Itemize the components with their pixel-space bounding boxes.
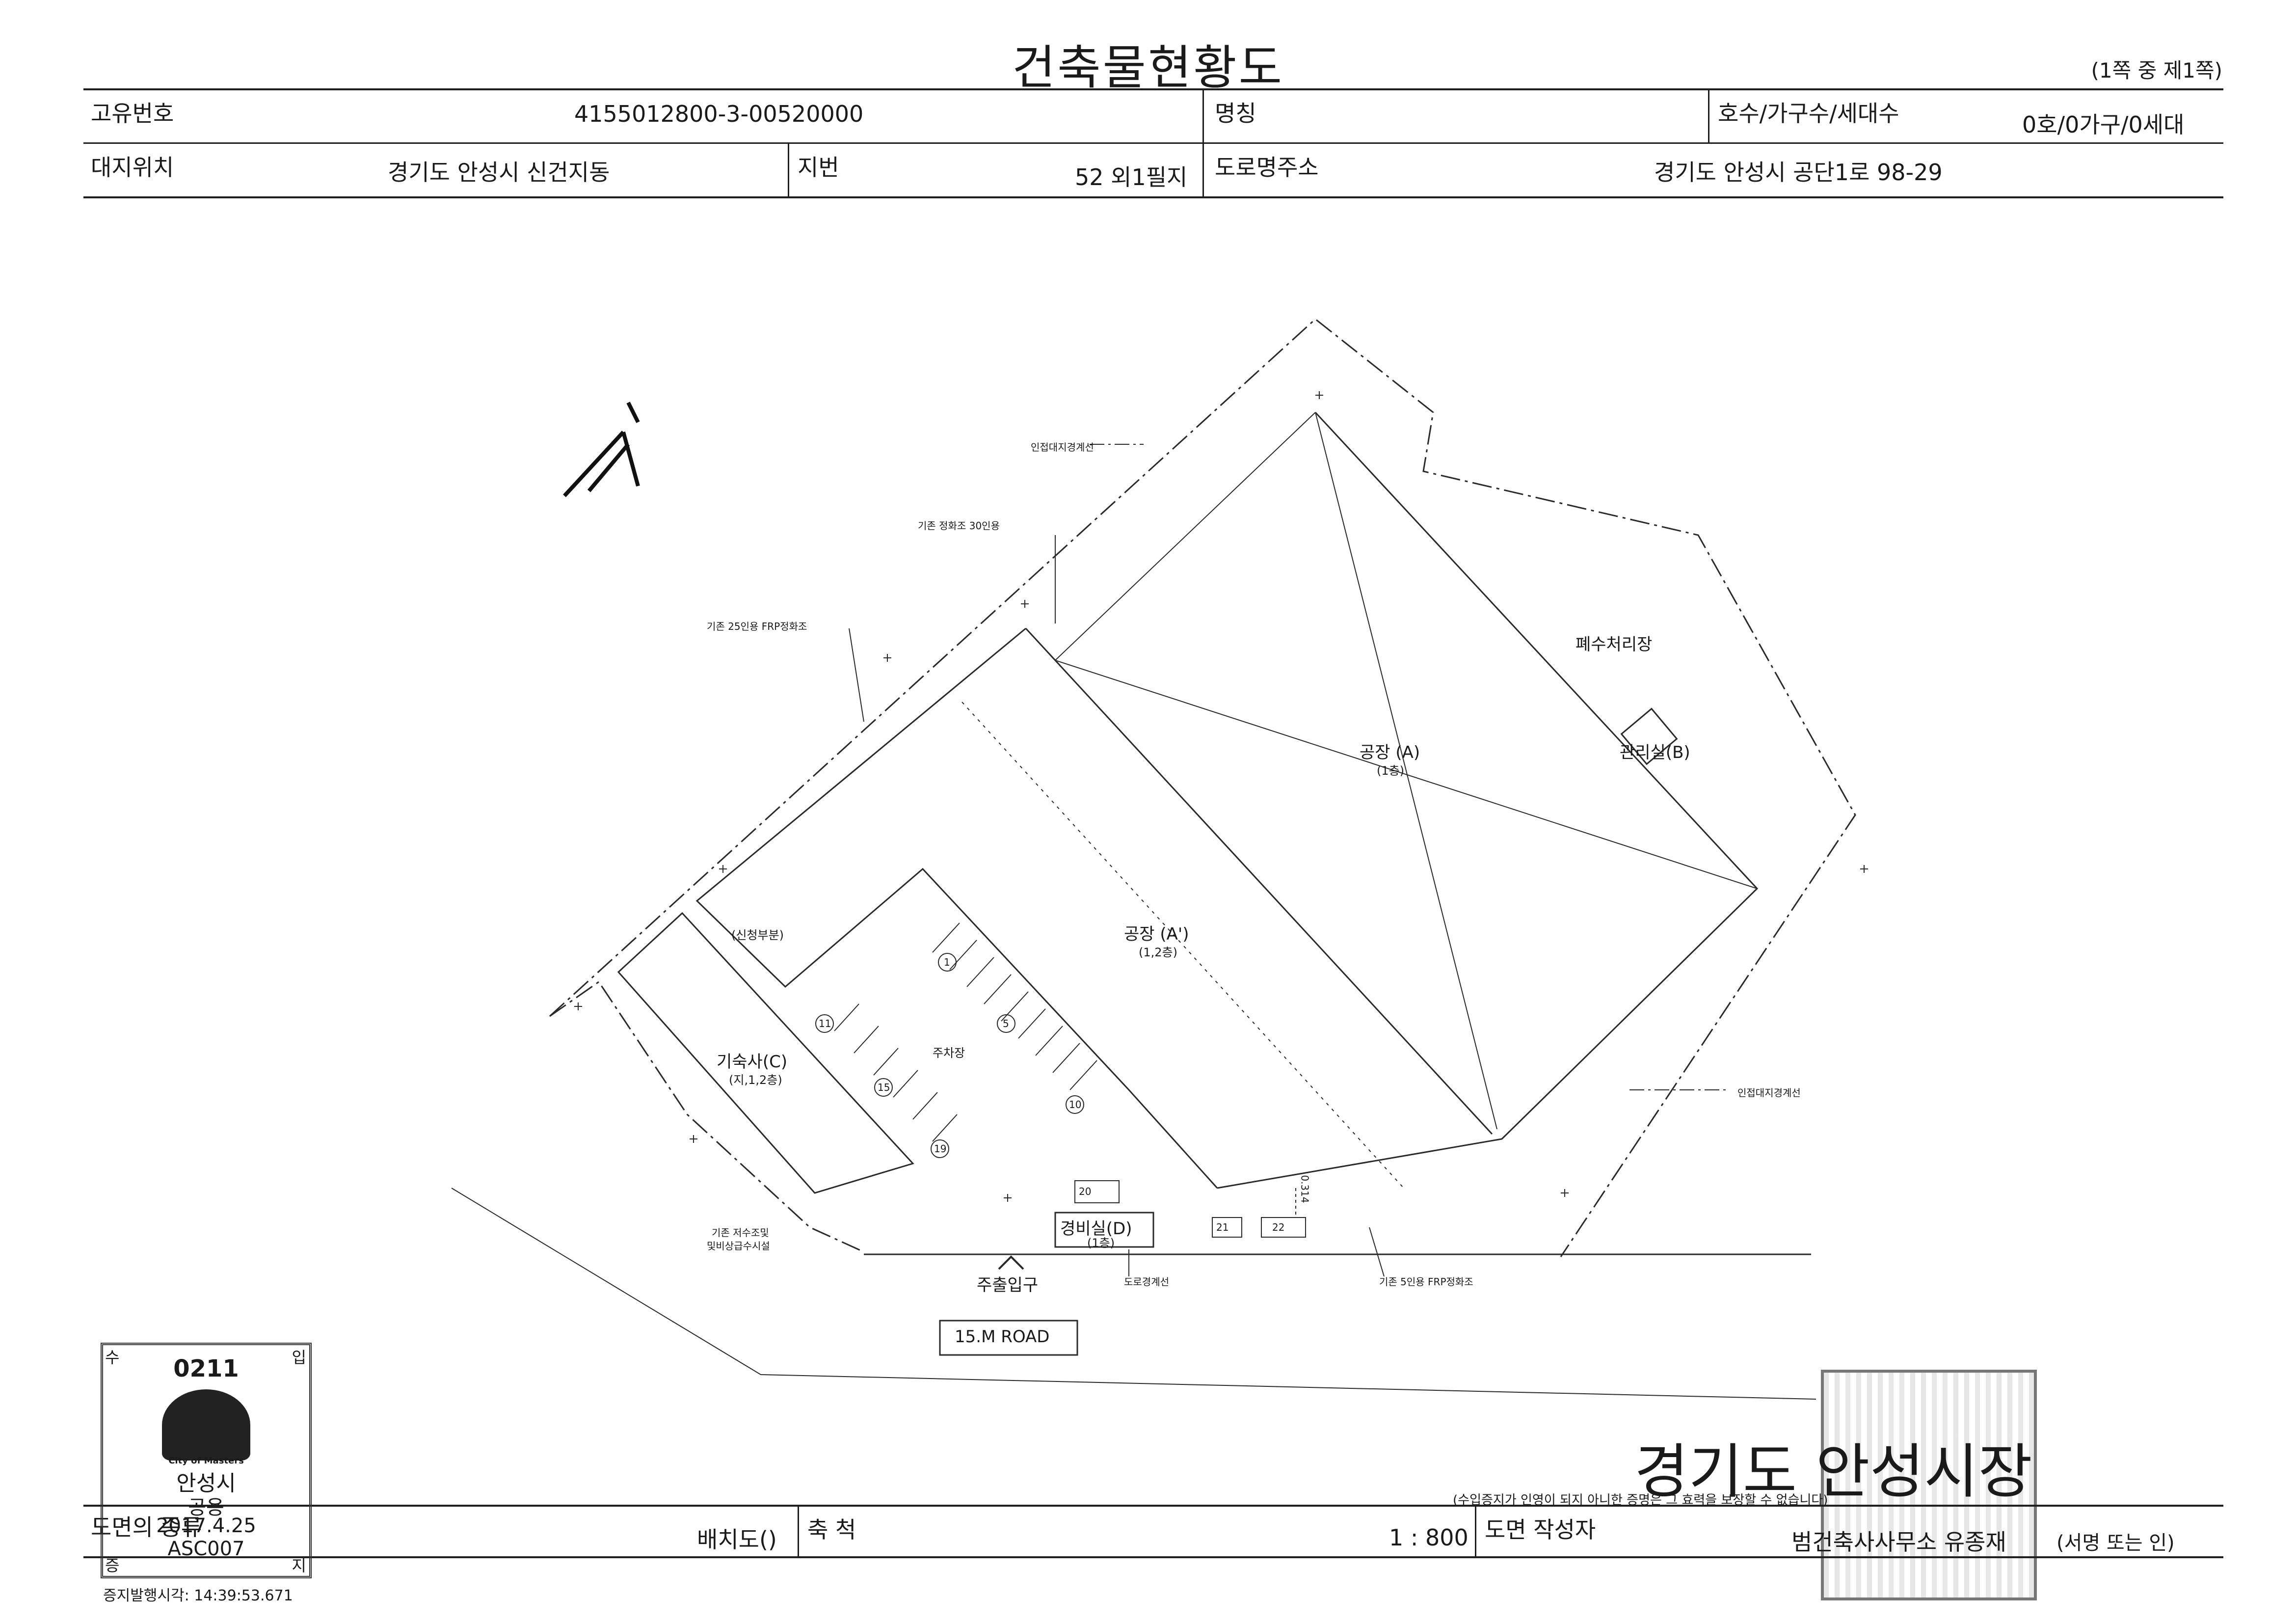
scale-label: 축 척 bbox=[807, 1516, 856, 1543]
city-motto: City of Masters bbox=[168, 1456, 244, 1466]
footer-divider-1 bbox=[798, 1505, 799, 1557]
existing-frp-5-label: 기존 5인용 FRP정화조 bbox=[1379, 1276, 1473, 1288]
application-part-label: (신청부분) bbox=[731, 928, 784, 942]
parking-stripes bbox=[834, 922, 1097, 1142]
parking-label: 주차장 bbox=[933, 1046, 965, 1060]
factory-a-outline bbox=[1217, 411, 1759, 1189]
parking-num-20: 20 bbox=[1079, 1186, 1092, 1197]
parking-num-15: 15 bbox=[878, 1082, 890, 1093]
stamp-date: 2017.4.25 bbox=[156, 1515, 256, 1537]
parking-num-21: 21 bbox=[1216, 1221, 1229, 1233]
parking-num-10: 10 bbox=[1069, 1099, 1082, 1110]
stamp-code: ASC007 bbox=[167, 1538, 245, 1560]
stamp-number: 0211 bbox=[173, 1355, 239, 1382]
existing-frp-25: 기존 25인용 FRP정화조 bbox=[707, 621, 807, 632]
existing-water-tank-label: 기존 저수조및 bbox=[712, 1227, 769, 1239]
dormitory-c-label: 기숙사(C) bbox=[717, 1052, 788, 1072]
factory-a2-hidden bbox=[961, 702, 1404, 1189]
road-edge bbox=[451, 1188, 1816, 1400]
factory-a2-floors: (1,2층) bbox=[1139, 946, 1177, 959]
main-entrance-label: 주출입구 bbox=[977, 1275, 1039, 1295]
factory-a-floors: (1층) bbox=[1377, 764, 1405, 778]
road-boundary-label: 도로경계선 bbox=[1124, 1276, 1169, 1288]
guard-d-floors: (1층) bbox=[1087, 1236, 1115, 1250]
existing-water-tank-label-2: 및비상급수시설 bbox=[707, 1240, 770, 1252]
scale-value: 1 : 800 bbox=[1389, 1524, 1468, 1551]
existing-septic-30: 기존 정화조 30인용 bbox=[918, 520, 1000, 532]
north-arrow-icon bbox=[563, 402, 640, 497]
factory-a2-label: 공장 (A') bbox=[1124, 924, 1189, 944]
entrance-arrow-icon bbox=[998, 1255, 1024, 1270]
factory-a-ridge bbox=[1055, 412, 1316, 661]
footer-top-rule bbox=[83, 1505, 2223, 1507]
factory-a2-edge bbox=[1025, 627, 1493, 1135]
adjacent-boundary-top: 인접대지경계선 bbox=[1031, 441, 1094, 453]
author-value: 범건축사사무소 유종재 bbox=[1791, 1529, 2006, 1555]
mgmt-b-label: 관리실(B) bbox=[1620, 743, 1690, 762]
road-label: 15.M ROAD bbox=[955, 1327, 1050, 1347]
parking-num-22: 22 bbox=[1272, 1221, 1285, 1233]
dimension-note: 0.314 bbox=[1299, 1175, 1311, 1203]
parking-num-11: 11 bbox=[819, 1018, 831, 1029]
author-label: 도면 작성자 bbox=[1485, 1516, 1596, 1543]
factory-a2-outline bbox=[695, 627, 1218, 1189]
parking-num-1: 1 bbox=[944, 956, 950, 968]
site-boundary-left bbox=[549, 980, 864, 1253]
parking-num-5: 5 bbox=[1003, 1018, 1009, 1029]
drawing-type-value: 배치도() bbox=[697, 1526, 777, 1553]
wastewater-label: 폐수처리장 bbox=[1575, 635, 1653, 654]
adjacent-boundary-right: 인접대지경계선 bbox=[1737, 1087, 1801, 1099]
dormitory-c-floors: (지,1,2층) bbox=[729, 1073, 782, 1087]
footer-divider-2 bbox=[1475, 1505, 1476, 1557]
issue-time: 증지발행시각: 14:39:53.671 bbox=[103, 1587, 293, 1604]
city-logo-icon bbox=[162, 1389, 250, 1461]
revenue-stamp: 수 입 증 지 0211 City of Masters 안성시 공용 2017… bbox=[101, 1343, 312, 1578]
factory-a-label: 공장 (A) bbox=[1360, 743, 1420, 762]
sign-note: (서명 또는 인) bbox=[2056, 1532, 2175, 1554]
parking-num-19: 19 bbox=[934, 1143, 947, 1155]
factory-a-diag-1 bbox=[1315, 412, 1497, 1130]
